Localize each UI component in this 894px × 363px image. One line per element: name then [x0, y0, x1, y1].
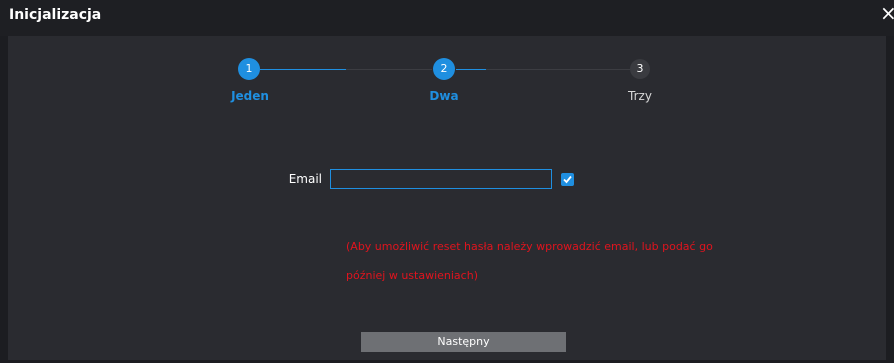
email-label: Email — [288, 172, 322, 186]
left-border — [0, 36, 8, 363]
step-connector-1b — [346, 69, 432, 70]
dialog-title: Inicjalizacja — [9, 7, 102, 23]
step-1-label: Jeden — [231, 89, 269, 103]
title-bar: Inicjalizacja × — [0, 0, 894, 36]
step-connector-2b — [486, 69, 630, 70]
step-3-label: Trzy — [628, 89, 652, 103]
close-icon[interactable]: × — [880, 1, 894, 25]
step-2-circle: 2 — [433, 58, 455, 80]
email-hint-text: (Aby umożliwić reset hasła należy wprowa… — [346, 240, 713, 282]
initialization-dialog: Inicjalizacja × 1 2 3 Jeden Dwa Trzy Ema… — [0, 0, 894, 363]
step-2-label: Dwa — [429, 89, 459, 103]
check-icon — [563, 175, 572, 184]
right-border — [886, 36, 894, 363]
step-connector-2a — [456, 69, 486, 70]
step-3-circle: 3 — [630, 59, 650, 79]
next-button[interactable]: Następny — [361, 332, 566, 352]
email-enable-checkbox[interactable] — [561, 173, 574, 186]
email-input[interactable] — [330, 169, 552, 189]
step-1-circle: 1 — [238, 58, 260, 80]
step-connector-1a — [260, 69, 346, 70]
